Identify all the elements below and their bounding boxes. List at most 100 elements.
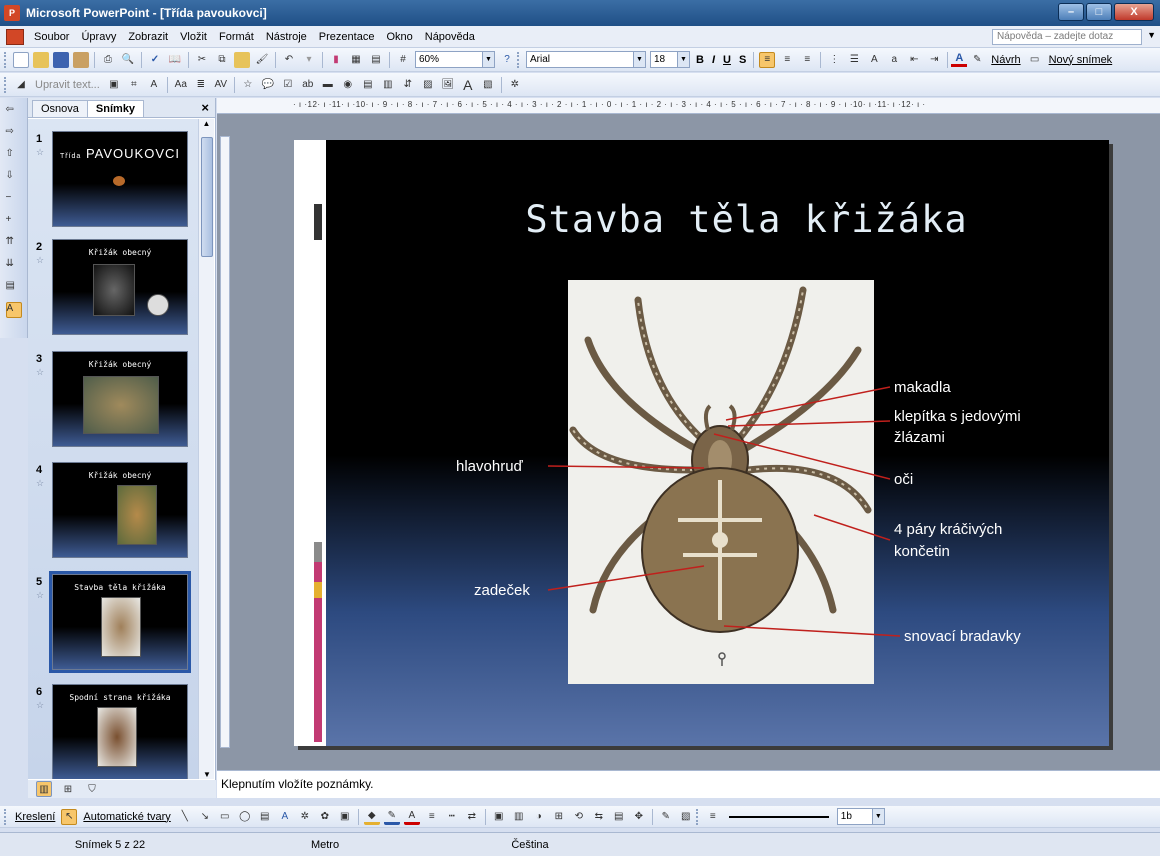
fill-color-icon[interactable]: ◆ bbox=[363, 809, 380, 825]
menu-nastroje[interactable]: Nástroje bbox=[260, 31, 313, 43]
animation-icon[interactable]: ☆ bbox=[240, 77, 256, 93]
markup-icon[interactable]: ◢ bbox=[13, 77, 29, 93]
new-slide-button[interactable]: Nový snímek bbox=[1045, 54, 1117, 66]
font-select[interactable]: Arial ▼ bbox=[526, 51, 646, 68]
increase-font-icon[interactable]: A bbox=[866, 52, 882, 68]
chevron-down-icon[interactable]: ▼ bbox=[633, 52, 645, 67]
menu-napoveda[interactable]: Nápověda bbox=[419, 31, 481, 43]
new-icon[interactable] bbox=[13, 51, 29, 68]
spelling-icon[interactable]: ✓ bbox=[147, 52, 163, 68]
collapse-all-icon[interactable]: ⇈ bbox=[6, 236, 22, 252]
italic-button[interactable]: I bbox=[708, 54, 719, 66]
flip-icon[interactable]: ⇆ bbox=[591, 809, 607, 825]
tab-osnova[interactable]: Osnova bbox=[32, 100, 88, 117]
align-icon[interactable]: ⊞ bbox=[551, 809, 567, 825]
line-width-select[interactable]: 1b ▼ bbox=[836, 808, 885, 825]
insert-chart-icon[interactable]: ▮ bbox=[328, 52, 344, 68]
crop-icon[interactable]: ⌗ bbox=[126, 77, 142, 93]
print-preview-icon[interactable]: 🔍 bbox=[120, 52, 136, 68]
comment-icon[interactable]: 💬 bbox=[260, 77, 276, 93]
edit-text-button[interactable]: Upravit text... bbox=[31, 79, 104, 91]
scrollbar-control-icon[interactable]: ⇵ bbox=[400, 77, 416, 93]
numbering-icon[interactable]: ⋮ bbox=[826, 52, 842, 68]
diagram-icon[interactable]: ✲ bbox=[297, 809, 313, 825]
text-a-icon[interactable]: A bbox=[460, 77, 476, 93]
powerpoint-app-icon[interactable]: P bbox=[4, 5, 20, 21]
toolbar-grip[interactable] bbox=[695, 808, 699, 825]
edit-points-icon[interactable]: ✎ bbox=[658, 809, 674, 825]
slide-thumbnail-image[interactable]: Křižák obecný bbox=[52, 239, 188, 335]
font-color-button[interactable]: A bbox=[951, 52, 968, 67]
zoom-select[interactable]: 60% ▼ bbox=[415, 51, 495, 68]
decrease-indent-icon[interactable]: ⇤ bbox=[906, 52, 922, 68]
close-button[interactable]: X bbox=[1114, 3, 1154, 21]
help-search-input[interactable]: Nápověda – zadejte dotaz bbox=[992, 29, 1142, 45]
align-left-icon[interactable]: ≡ bbox=[759, 51, 776, 68]
insert-table-icon[interactable]: ▦ bbox=[348, 52, 364, 68]
research-icon[interactable]: 📖 bbox=[167, 52, 183, 68]
open-icon[interactable] bbox=[33, 51, 49, 68]
char-spacing-icon[interactable]: Aa bbox=[173, 77, 189, 93]
design-button[interactable]: Návrh bbox=[987, 54, 1024, 66]
bold-button[interactable]: B bbox=[692, 54, 708, 66]
grid-icon[interactable]: # bbox=[395, 52, 411, 68]
tab-snimky[interactable]: Snímky bbox=[86, 100, 145, 117]
checkbox-control-icon[interactable]: ☑ bbox=[280, 77, 296, 93]
chevron-down-icon[interactable]: ▼ bbox=[677, 52, 689, 67]
slide-thumbnail-image[interactable]: Stavba těla křižáka bbox=[49, 571, 191, 673]
slide-thumbnail-image[interactable]: Křižák obecný bbox=[52, 462, 188, 558]
toolbar-grip[interactable] bbox=[4, 808, 7, 825]
menu-okno[interactable]: Okno bbox=[380, 31, 418, 43]
minimize-button[interactable]: – bbox=[1058, 3, 1084, 21]
menu-upravy[interactable]: Úpravy bbox=[75, 31, 122, 43]
cut-icon[interactable]: ✂ bbox=[194, 52, 210, 68]
normal-view-icon[interactable]: ▥ bbox=[36, 781, 52, 797]
save-icon[interactable] bbox=[53, 51, 69, 68]
label-control-icon[interactable]: ▨ bbox=[420, 77, 436, 93]
rotate-icon[interactable]: ⟲ bbox=[571, 809, 587, 825]
show-formatting-icon[interactable]: A bbox=[5, 302, 22, 318]
redo-icon[interactable]: ▾ bbox=[301, 52, 317, 68]
menu-format[interactable]: Formát bbox=[213, 31, 260, 43]
textbox-icon[interactable]: ▤ bbox=[257, 809, 273, 825]
permission-icon[interactable] bbox=[73, 51, 89, 68]
align-center-icon[interactable]: ≡ bbox=[779, 52, 795, 68]
move-up-icon[interactable]: ⇧ bbox=[6, 148, 22, 164]
toolbar-grip[interactable] bbox=[517, 51, 520, 68]
decrease-font-icon[interactable]: a bbox=[886, 52, 902, 68]
demote-icon[interactable]: ⇨ bbox=[6, 126, 22, 142]
paste-icon[interactable] bbox=[234, 51, 250, 68]
scroll-down-icon[interactable]: ▼ bbox=[199, 770, 215, 779]
shadow-style-icon[interactable]: ▣ bbox=[491, 809, 507, 825]
wordart-icon[interactable]: A bbox=[277, 809, 293, 825]
button-control-icon[interactable]: ▬ bbox=[320, 77, 336, 93]
design-icon[interactable]: ✎ bbox=[969, 52, 985, 68]
properties-icon[interactable]: ▧ bbox=[480, 77, 496, 93]
insert-picture-icon[interactable]: ▣ bbox=[337, 809, 353, 825]
print-icon[interactable]: ⎙ bbox=[100, 52, 116, 68]
new-slide-icon[interactable]: ▭ bbox=[1027, 52, 1043, 68]
underline-button[interactable]: U bbox=[719, 54, 735, 66]
chevron-down-icon[interactable]: ▼ bbox=[482, 52, 494, 67]
help-icon[interactable]: ? bbox=[499, 52, 515, 68]
line-style-icon[interactable]: ≡ bbox=[424, 809, 440, 825]
image-control-icon[interactable]: 🖼 bbox=[440, 77, 456, 93]
toolbar-grip[interactable] bbox=[4, 76, 7, 93]
option-control-icon[interactable]: ◉ bbox=[340, 77, 356, 93]
arrow-icon[interactable]: ↘ bbox=[197, 809, 213, 825]
increase-indent-icon[interactable]: ⇥ bbox=[926, 52, 942, 68]
document-menu-icon[interactable] bbox=[6, 28, 24, 45]
tables-borders-icon[interactable]: ▤ bbox=[368, 52, 384, 68]
menu-vlozit[interactable]: Vložit bbox=[174, 31, 213, 43]
align-right-icon[interactable]: ≡ bbox=[799, 52, 815, 68]
oval-icon[interactable]: ◯ bbox=[237, 809, 253, 825]
expand-icon[interactable]: + bbox=[6, 214, 22, 230]
draw-menu-button[interactable]: Kreslení bbox=[11, 811, 59, 823]
properties-icon[interactable]: ▧ bbox=[678, 809, 694, 825]
summary-slide-icon[interactable]: ▤ bbox=[6, 280, 22, 296]
dash-style-icon[interactable]: ┅ bbox=[444, 809, 460, 825]
line-width-icon[interactable]: ≡ bbox=[705, 809, 721, 825]
listbox-control-icon[interactable]: ▤ bbox=[360, 77, 376, 93]
expand-all-icon[interactable]: ⇊ bbox=[6, 258, 22, 274]
slides-pane-scrollbar[interactable]: ▲ ▼ bbox=[198, 119, 214, 779]
